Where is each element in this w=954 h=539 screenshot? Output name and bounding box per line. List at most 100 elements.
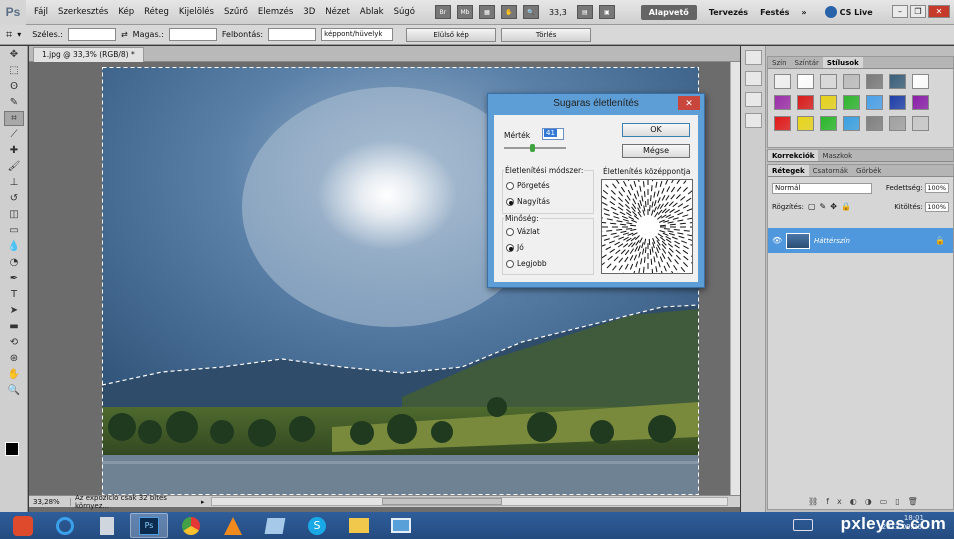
workspace-design[interactable]: Tervezés — [709, 8, 748, 17]
swap-icon[interactable]: ⇄ — [121, 30, 128, 39]
style-swatch[interactable] — [843, 95, 860, 110]
screen-mode-icon[interactable]: ▣ — [598, 5, 615, 19]
menu-file[interactable]: Fájl — [34, 7, 48, 17]
vertical-scrollbar[interactable] — [730, 62, 740, 495]
menu-view[interactable]: Nézet — [325, 7, 350, 17]
workspace-more[interactable]: » — [801, 8, 806, 17]
style-swatch[interactable] — [866, 95, 883, 110]
method-option-spin[interactable]: Pörgetés — [506, 181, 550, 190]
eraser-tool-icon[interactable]: ◫ — [4, 207, 24, 222]
style-swatch[interactable] — [866, 74, 883, 89]
marquee-tool-icon[interactable]: ⬚ — [4, 63, 24, 78]
vlc-icon[interactable] — [214, 513, 252, 538]
style-swatch[interactable] — [797, 74, 814, 89]
style-swatch[interactable] — [889, 95, 906, 110]
eye-icon[interactable]: 👁 — [772, 236, 782, 245]
photo-viewer-icon[interactable] — [382, 513, 420, 538]
cancel-button[interactable]: Mégse — [622, 144, 690, 158]
opacity-field[interactable]: 100% — [925, 183, 949, 193]
dialog-title-bar[interactable]: Sugaras életlenítés ✕ — [488, 94, 704, 114]
workspace-painting[interactable]: Festés — [760, 8, 789, 17]
style-swatch[interactable] — [820, 95, 837, 110]
style-swatch[interactable] — [843, 74, 860, 89]
style-swatch[interactable] — [843, 116, 860, 131]
workspace-essentials[interactable]: Alapvető — [640, 4, 697, 20]
front-image-button[interactable]: Elülső kép — [406, 27, 497, 42]
fill-field[interactable]: 100% — [925, 202, 949, 212]
type-tool-icon[interactable]: T — [4, 287, 24, 302]
crop-tool-icon[interactable]: ⌗ — [6, 28, 12, 42]
zoom-tool-icon[interactable]: 🔍 — [4, 383, 24, 398]
menu-edit[interactable]: Szerkesztés — [58, 7, 108, 17]
file-explorer-icon[interactable] — [340, 513, 378, 538]
crop-tool-icon[interactable]: ⌗ — [4, 111, 24, 126]
3d-rotate-tool-icon[interactable]: ⟲ — [4, 335, 24, 350]
tab-paths[interactable]: Görbék — [852, 165, 885, 176]
layer-row[interactable]: 👁 Háttérszín 🔒 — [768, 228, 953, 253]
tab-masks[interactable]: Maszkok — [818, 150, 856, 161]
power-icon[interactable] — [4, 513, 42, 538]
menu-help[interactable]: Súgó — [394, 7, 415, 17]
arrange-docs-icon[interactable]: ▤ — [576, 5, 593, 19]
tab-swatches[interactable]: Színtár — [791, 57, 823, 68]
keyboard-icon[interactable] — [793, 519, 813, 531]
style-swatch[interactable] — [912, 116, 929, 131]
clone-stamp-tool-icon[interactable]: ⊥ — [4, 175, 24, 190]
style-swatch[interactable] — [866, 116, 883, 131]
chrome-icon[interactable] — [172, 513, 210, 538]
style-swatch[interactable] — [797, 116, 814, 131]
method-option-zoom[interactable]: Nagyítás — [506, 197, 550, 206]
style-swatch[interactable] — [912, 95, 929, 110]
tab-adjustments[interactable]: Korrekciók — [768, 150, 819, 161]
style-swatch[interactable] — [912, 74, 929, 89]
bridge-button[interactable]: Br — [434, 5, 451, 19]
menu-select[interactable]: Kijelölés — [179, 7, 214, 17]
close-icon[interactable]: ✕ — [928, 5, 950, 18]
chevron-down-icon[interactable]: ▾ — [17, 30, 21, 39]
tab-layers[interactable]: Rétegek — [768, 165, 809, 176]
status-menu-icon[interactable]: ▸ — [201, 498, 211, 506]
resolution-field[interactable] — [268, 28, 317, 41]
ok-button[interactable]: OK — [622, 123, 690, 137]
layer-footer-icons[interactable]: ⛓fx◐◑▭▯🗑 — [808, 497, 926, 506]
style-swatch[interactable] — [774, 95, 791, 110]
move-tool-icon[interactable]: ✥ — [4, 47, 24, 62]
minimize-icon[interactable]: – — [892, 5, 908, 18]
horizontal-scrollbar[interactable] — [211, 497, 728, 506]
style-swatch[interactable] — [820, 74, 837, 89]
close-icon[interactable]: ✕ — [678, 96, 700, 110]
3d-orbit-tool-icon[interactable]: ⊛ — [4, 351, 24, 366]
photoshop-taskbar-icon[interactable]: Ps — [130, 513, 168, 538]
hand-view-icon[interactable]: ✋ — [500, 5, 517, 19]
document-tab[interactable]: 1.jpg @ 33,3% (RGB/8) * — [33, 47, 144, 62]
hand-tool-icon[interactable]: ✋ — [4, 367, 24, 382]
blend-mode-select[interactable]: Normál — [772, 183, 872, 194]
minibridge-button[interactable]: Mb — [456, 5, 473, 19]
info-panel-icon[interactable] — [745, 92, 762, 107]
tab-styles[interactable]: Stílusok — [822, 57, 863, 68]
quick-select-tool-icon[interactable]: ✎ — [4, 95, 24, 110]
brush-tool-icon[interactable]: 🖌 — [4, 159, 24, 174]
menu-analysis[interactable]: Elemzés — [258, 7, 293, 17]
menu-filter[interactable]: Szűrő — [224, 7, 248, 17]
eyedropper-tool-icon[interactable]: ⟋ — [4, 127, 24, 142]
restore-icon[interactable]: ❐ — [910, 5, 926, 18]
quality-option-good[interactable]: Jó — [506, 243, 524, 252]
style-swatch[interactable] — [797, 95, 814, 110]
width-field[interactable] — [67, 28, 116, 41]
dodge-tool-icon[interactable]: ◔ — [4, 255, 24, 270]
resolution-unit-select[interactable]: képpont/hüvelyk — [321, 28, 394, 41]
zoom-level[interactable]: 33,3 — [549, 8, 567, 17]
pen-tool-icon[interactable]: ✒ — [4, 271, 24, 286]
blur-tool-icon[interactable]: 💧 — [4, 239, 24, 254]
style-swatch[interactable] — [889, 74, 906, 89]
menu-3d[interactable]: 3D — [303, 7, 315, 17]
tab-color[interactable]: Szín — [768, 57, 791, 68]
lasso-tool-icon[interactable]: ʘ — [4, 79, 24, 94]
amount-field[interactable]: 41 — [542, 128, 564, 140]
amount-slider[interactable] — [504, 147, 566, 149]
height-field[interactable] — [168, 28, 217, 41]
calculator-icon[interactable] — [88, 513, 126, 538]
path-select-tool-icon[interactable]: ➤ — [4, 303, 24, 318]
view-extras-icon[interactable]: ▦ — [478, 5, 495, 19]
